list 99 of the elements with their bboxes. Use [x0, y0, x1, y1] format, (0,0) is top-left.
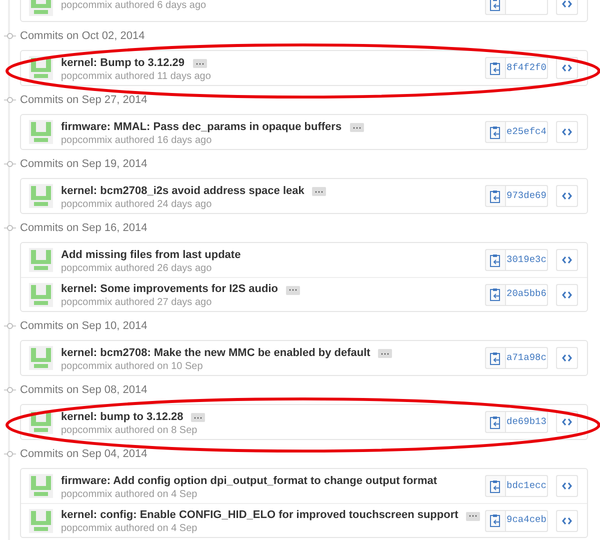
sha-button[interactable]: 973de69 — [506, 185, 548, 207]
commit-meta: popcommix authored on 8 Sep — [61, 424, 198, 438]
clipboard-icon — [490, 0, 501, 10]
clipboard-icon — [490, 416, 501, 428]
commit-node-icon — [4, 225, 16, 231]
commit-meta: popcommix authored on 10 Sep — [61, 360, 204, 374]
browse-code-button[interactable] — [556, 121, 578, 143]
ellipsis-icon — [315, 190, 324, 193]
commit-meta: popcommix authored 16 days ago — [61, 134, 213, 148]
commit-title[interactable]: kernel: Bump to 3.12.29 — [61, 56, 184, 71]
commit-title[interactable]: kernel: bump to 3.12.28 — [61, 410, 184, 425]
more-button[interactable] — [312, 187, 326, 196]
clipboard-icon — [490, 352, 501, 364]
avatar-icon — [29, 474, 53, 498]
copy-button[interactable] — [485, 249, 506, 271]
code-icon — [562, 0, 572, 8]
copy-button[interactable] — [485, 284, 506, 306]
ellipsis-icon — [381, 352, 390, 355]
more-button[interactable] — [286, 286, 300, 295]
date-heading: Commits on Sep 10, 2014 — [20, 318, 148, 334]
commit-title[interactable]: kernel: config: Enable CONFIG_HID_ELO for improved touchscreen support — [61, 509, 458, 524]
commit-title[interactable]: kernel: bcm2708: Make the new MMC be enabled by default — [61, 346, 370, 361]
copy-button[interactable] — [485, 510, 506, 532]
more-button[interactable] — [192, 59, 206, 68]
commit-meta: popcommix authored 26 days ago — [61, 262, 213, 276]
code-icon — [562, 256, 572, 264]
ellipsis-icon — [196, 62, 204, 65]
copy-button[interactable] — [485, 475, 506, 497]
code-icon — [562, 516, 572, 524]
avatar-icon — [29, 508, 53, 532]
clipboard-icon — [490, 514, 501, 527]
sha-button[interactable]: 20a5bb6 — [506, 284, 548, 306]
sha-button[interactable]: a71a98c — [506, 347, 548, 369]
copy-button[interactable] — [485, 57, 506, 79]
ellipsis-icon — [194, 416, 202, 419]
commit-meta: popcommix authored 6 days ago — [61, 0, 208, 12]
browse-code-button[interactable] — [556, 249, 578, 271]
browse-code-button[interactable] — [556, 510, 578, 532]
sha-button[interactable]: 3019e3c — [506, 249, 548, 271]
ellipsis-icon — [352, 126, 361, 129]
commit-title[interactable]: Add missing files from last update — [61, 248, 241, 263]
ellipsis-icon — [289, 289, 298, 292]
clipboard-icon — [490, 288, 501, 301]
date-heading: Commits on Oct 02, 2014 — [20, 28, 145, 44]
browse-code-button[interactable] — [556, 347, 578, 369]
date-heading: Commits on Sep 16, 2014 — [20, 220, 148, 236]
ellipsis-icon — [469, 515, 478, 518]
commit-node-icon — [4, 161, 16, 167]
more-button[interactable] — [378, 349, 392, 358]
code-icon — [562, 290, 572, 298]
commit-meta: popcommix authored on 4 Sep — [61, 523, 198, 536]
sha-button[interactable]: bdc1ecc — [506, 475, 548, 497]
avatar-icon — [29, 248, 53, 272]
date-heading: Commits on Sep 04, 2014 — [20, 446, 148, 462]
commit-meta: popcommix authored 11 days ago — [61, 70, 212, 84]
commit-node-icon — [4, 451, 16, 457]
date-heading: Commits on Sep 27, 2014 — [20, 92, 148, 108]
commit-meta: popcommix authored on 4 Sep — [61, 488, 198, 502]
more-button[interactable] — [350, 123, 364, 132]
clipboard-icon — [490, 190, 501, 202]
clipboard-icon — [490, 126, 501, 138]
clipboard-icon — [490, 254, 501, 266]
code-icon — [562, 64, 572, 72]
commit-node-icon — [4, 33, 16, 39]
browse-code-button[interactable] — [556, 185, 578, 207]
code-icon — [562, 128, 572, 136]
more-button[interactable] — [466, 512, 480, 521]
commit-title[interactable]: kernel: bcm2708_i2s avoid address space leak — [61, 184, 304, 199]
commit-title[interactable]: firmware: MMAL: Pass dec_params in opaque buffers — [61, 120, 342, 135]
sha-button[interactable]: 9ca4ceb — [506, 510, 548, 532]
sha-button[interactable]: de69b13 — [506, 411, 548, 433]
copy-button[interactable] — [485, 185, 506, 207]
code-icon — [562, 418, 572, 426]
date-heading: Commits on Sep 08, 2014 — [20, 382, 148, 398]
clipboard-icon — [490, 480, 501, 492]
commit-title[interactable]: kernel: Some improvements for I2S audio — [61, 283, 278, 298]
copy-button[interactable] — [485, 121, 506, 143]
more-button[interactable] — [191, 413, 206, 422]
avatar-icon — [29, 282, 53, 306]
sha-button[interactable]: 8f4f2f0 — [506, 57, 548, 79]
avatar-icon — [29, 346, 53, 370]
commit-meta: popcommix authored 27 days ago — [61, 297, 213, 310]
copy-button[interactable] — [485, 347, 506, 369]
clipboard-icon — [490, 62, 501, 74]
commit-node-icon — [4, 323, 16, 329]
commit-node-icon — [4, 97, 16, 103]
sha-button[interactable]: e25efc4 — [506, 121, 548, 143]
commit-title[interactable]: firmware: Add config option dpi_output_format to change output format — [61, 474, 438, 489]
browse-code-button[interactable] — [556, 475, 578, 497]
commit-node-icon — [4, 387, 16, 393]
avatar-icon — [29, 120, 53, 144]
copy-button[interactable] — [485, 411, 506, 433]
browse-code-button[interactable] — [556, 284, 578, 306]
code-icon — [562, 354, 572, 362]
date-heading: Commits on Sep 19, 2014 — [20, 156, 148, 172]
avatar-icon — [29, 184, 53, 208]
code-icon — [562, 482, 572, 490]
commit-meta: popcommix authored 24 days ago — [61, 198, 213, 212]
code-icon — [562, 192, 572, 200]
